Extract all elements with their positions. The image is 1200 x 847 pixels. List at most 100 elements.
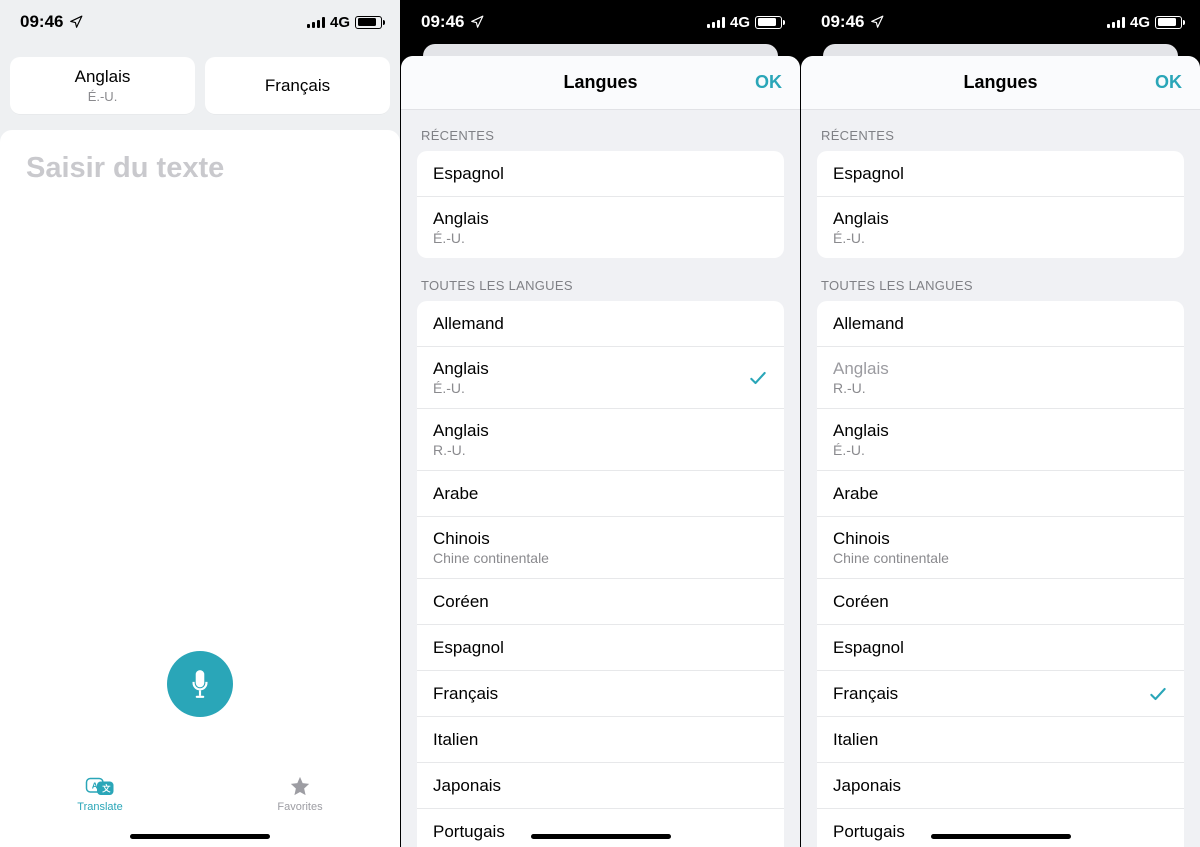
microphone-button[interactable]: [167, 651, 233, 717]
ok-button[interactable]: OK: [1155, 72, 1182, 93]
ok-button[interactable]: OK: [755, 72, 782, 93]
language-row[interactable]: AnglaisÉ.-U.: [817, 197, 1184, 258]
svg-text:A: A: [92, 781, 98, 790]
language-region: R.-U.: [433, 442, 489, 458]
language-name: Japonais: [833, 776, 901, 796]
sheet-title: Langues: [563, 72, 637, 93]
language-name: Japonais: [433, 776, 501, 796]
language-region: Chine continentale: [833, 550, 949, 566]
language-row[interactable]: ChinoisChine continentale: [817, 517, 1184, 579]
all-languages-list: AllemandAnglaisÉ.-U.AnglaisR.-U. Arabe Chi…: [417, 301, 784, 847]
languages-sheet: Langues OK RÉCENTES EspagnolAnglaisÉ.-U.…: [401, 56, 800, 847]
sheet-header: Langues OK: [401, 56, 800, 110]
network-label: 4G: [330, 14, 350, 31]
language-row[interactable]: Allemand: [417, 301, 784, 347]
home-indicator[interactable]: [931, 834, 1071, 839]
language-row[interactable]: Italien: [417, 717, 784, 763]
target-language-button[interactable]: Français: [205, 57, 390, 114]
tab-favorites-label: Favorites: [277, 801, 322, 813]
language-row[interactable]: AnglaisR.-U.: [817, 347, 1184, 409]
battery-icon: [755, 16, 782, 29]
tab-translate-label: Translate: [77, 801, 122, 813]
language-name: Italien: [833, 730, 878, 750]
recent-languages-list: EspagnolAnglaisÉ.-U.: [817, 151, 1184, 258]
recent-languages-list: Espagnol AnglaisÉ.-U.: [417, 151, 784, 258]
language-region: É.-U.: [433, 230, 489, 246]
status-bar: 09:46 4G: [0, 0, 400, 44]
language-row[interactable]: AnglaisÉ.-U.: [417, 197, 784, 258]
language-region: Chine continentale: [433, 550, 549, 566]
language-name: Coréen: [833, 592, 889, 612]
source-language-region: É.-U.: [88, 89, 118, 104]
language-row[interactable]: Japonais: [417, 763, 784, 809]
home-indicator[interactable]: [130, 834, 270, 839]
battery-icon: [355, 16, 382, 29]
language-row[interactable]: Japonais: [817, 763, 1184, 809]
target-language-name: Français: [265, 76, 330, 96]
language-row[interactable]: Arabe: [417, 471, 784, 517]
language-row[interactable]: Espagnol: [417, 151, 784, 197]
language-row[interactable]: Portugais: [417, 809, 784, 847]
sheet-header: Langues OK: [801, 56, 1200, 110]
section-recent-label: RÉCENTES: [401, 110, 800, 151]
signal-icon: [1107, 16, 1125, 28]
source-language-name: Anglais: [75, 67, 131, 87]
language-row[interactable]: Italien: [817, 717, 1184, 763]
language-name: Espagnol: [433, 164, 504, 184]
language-region: É.-U.: [433, 380, 489, 396]
language-row[interactable]: AnglaisR.-U.: [417, 409, 784, 471]
status-time: 09:46: [421, 12, 464, 32]
language-name: Portugais: [833, 822, 905, 842]
language-name: Français: [833, 684, 898, 704]
language-name: Coréen: [433, 592, 489, 612]
tab-favorites[interactable]: Favorites: [200, 775, 400, 813]
location-icon: [69, 15, 83, 29]
star-icon: [288, 775, 312, 797]
language-region: É.-U.: [833, 442, 889, 458]
language-row[interactable]: Français: [417, 671, 784, 717]
language-row[interactable]: Coréen: [817, 579, 1184, 625]
language-name: Espagnol: [833, 638, 904, 658]
language-row[interactable]: Portugais: [817, 809, 1184, 847]
source-language-button[interactable]: Anglais É.-U.: [10, 57, 195, 114]
language-row[interactable]: AnglaisÉ.-U.: [817, 409, 1184, 471]
language-row[interactable]: Arabe: [817, 471, 1184, 517]
status-time: 09:46: [20, 12, 63, 32]
language-name: Portugais: [433, 822, 505, 842]
status-time: 09:46: [821, 12, 864, 32]
tab-translate[interactable]: A 文 Translate: [0, 775, 200, 813]
location-icon: [470, 15, 484, 29]
screen-translate-main: 09:46 4G Anglais É.-U. Français Saisir d…: [0, 0, 400, 847]
language-row[interactable]: Allemand: [817, 301, 1184, 347]
text-input-panel[interactable]: Saisir du texte A 文 Translate: [0, 130, 400, 847]
language-name: Arabe: [433, 484, 478, 504]
section-all-label: TOUTES LES LANGUES: [801, 258, 1200, 301]
location-icon: [870, 15, 884, 29]
microphone-icon: [187, 669, 213, 699]
language-name: Italien: [433, 730, 478, 750]
status-bar: 09:46 4G: [801, 0, 1200, 44]
language-name: Anglais: [433, 209, 489, 229]
screen-languages-source: 09:46 4G Langues OK RÉCENTES EspagnolAng…: [400, 0, 800, 847]
section-all-label: TOUTES LES LANGUES: [401, 258, 800, 301]
signal-icon: [307, 16, 325, 28]
svg-text:文: 文: [102, 783, 111, 793]
language-row[interactable]: Espagnol: [417, 625, 784, 671]
language-name: Anglais: [833, 359, 889, 379]
language-row[interactable]: Français: [817, 671, 1184, 717]
checkmark-icon: [1148, 684, 1168, 704]
network-label: 4G: [1130, 14, 1150, 31]
language-row[interactable]: Coréen: [417, 579, 784, 625]
language-row[interactable]: ChinoisChine continentale: [417, 517, 784, 579]
language-region: R.-U.: [833, 380, 889, 396]
language-row[interactable]: Espagnol: [817, 625, 1184, 671]
language-name: Allemand: [833, 314, 904, 334]
text-input-placeholder: Saisir du texte: [26, 152, 374, 185]
home-indicator[interactable]: [531, 834, 671, 839]
language-name: Arabe: [833, 484, 878, 504]
translate-icon: A 文: [85, 775, 115, 797]
language-row[interactable]: AnglaisÉ.-U.: [417, 347, 784, 409]
language-row[interactable]: Espagnol: [817, 151, 1184, 197]
language-name: Chinois: [433, 529, 549, 549]
screen-languages-target: 09:46 4G Langues OK RÉCENTES EspagnolAng…: [800, 0, 1200, 847]
